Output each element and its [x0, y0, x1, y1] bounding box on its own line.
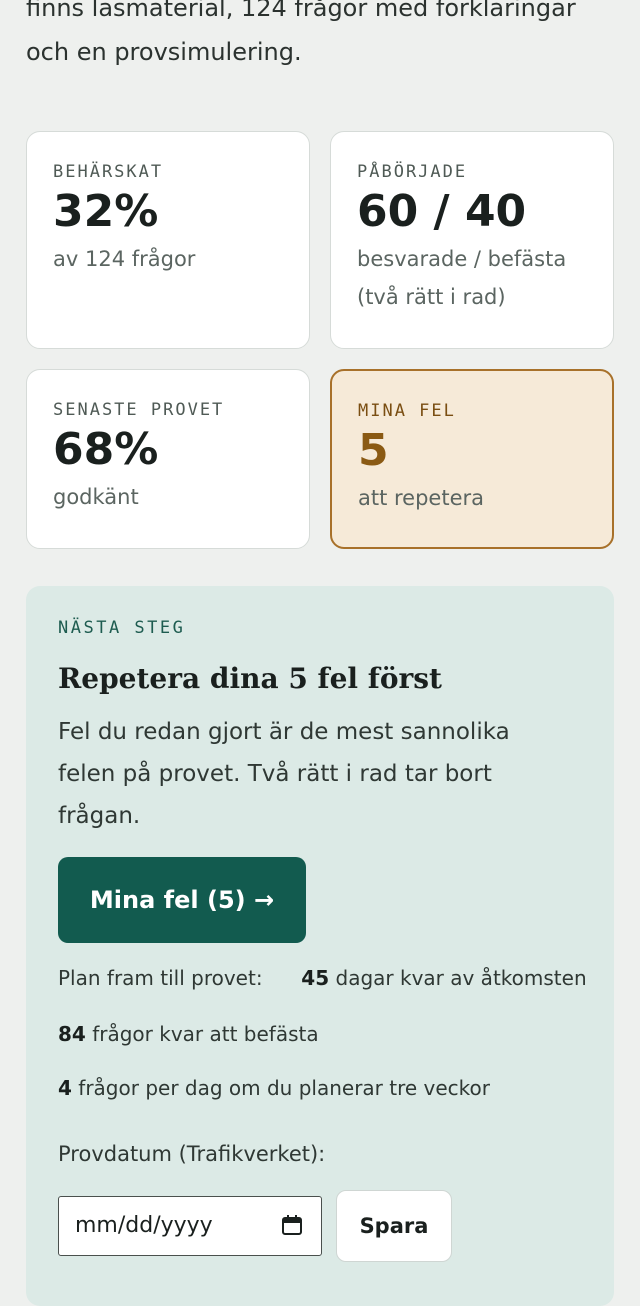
test-date-input[interactable]: mm/dd/yyyy — [58, 1196, 322, 1256]
stat-label: SENASTE PROVET — [53, 400, 225, 420]
stat-card-mastered: BEHÄRSKAT 32% av 124 frågor — [26, 131, 310, 349]
stat-label: PÅBÖRJADE — [357, 162, 468, 182]
plan-per-day-row: 4 frågor per dag om du planerar tre veck… — [58, 1076, 490, 1100]
stat-sub: besvarade / befästa (två rätt i rad) — [357, 247, 567, 309]
stat-card-my-mistakes[interactable]: MINA FEL 5 att repetera — [330, 369, 614, 549]
stat-sub: av 124 frågor — [53, 247, 196, 271]
next-step-title: Repetera dina 5 fel först — [58, 662, 442, 695]
plan-remaining-count: 84 — [58, 1022, 86, 1046]
stat-sub: att repetera — [358, 486, 485, 510]
plan-days-row: Plan fram till provet: 45 dagar kvar av … — [58, 966, 587, 990]
stat-sub: godkänt — [53, 485, 139, 509]
stat-card-started: PÅBÖRJADE 60 / 40 besvarade / befästa (t… — [330, 131, 614, 349]
next-step-description: Fel du redan gjort är de mest sannolika … — [58, 719, 510, 829]
plan-per-day-count: 4 — [58, 1076, 72, 1100]
stat-card-last-test: SENASTE PROVET 68% godkänt — [26, 369, 310, 549]
test-date-label: Provdatum (Trafikverket): — [58, 1142, 326, 1166]
stat-value: 60 / 40 — [357, 186, 527, 237]
stat-value: 5 — [358, 425, 389, 476]
stat-label: BEHÄRSKAT — [53, 162, 164, 182]
next-step-panel: NÄSTA STEG Repetera dina 5 fel först Fel… — [26, 586, 614, 1306]
next-step-kicker: NÄSTA STEG — [58, 618, 186, 638]
plan-days-text: dagar kvar av åtkomsten — [335, 966, 587, 990]
plan-label: Plan fram till provet: — [58, 966, 263, 990]
save-button[interactable]: Spara — [336, 1190, 452, 1262]
my-mistakes-button[interactable]: Mina fel (5) → — [58, 857, 306, 943]
stat-label: MINA FEL — [358, 401, 456, 421]
stat-value: 32% — [53, 186, 159, 237]
calendar-icon[interactable] — [281, 1214, 303, 1236]
date-placeholder: mm/dd/yyyy — [75, 1213, 213, 1238]
plan-remaining-text: frågor kvar att befästa — [92, 1022, 319, 1046]
plan-days-count: 45 — [301, 966, 330, 990]
plan-per-day-text: frågor per dag om du planerar tre veckor — [78, 1076, 490, 1100]
stat-value: 68% — [53, 424, 159, 475]
intro-text: finns läsmaterial, 124 frågor med förkla… — [26, 0, 576, 66]
plan-remaining-row: 84 frågor kvar att befästa — [58, 1022, 319, 1046]
